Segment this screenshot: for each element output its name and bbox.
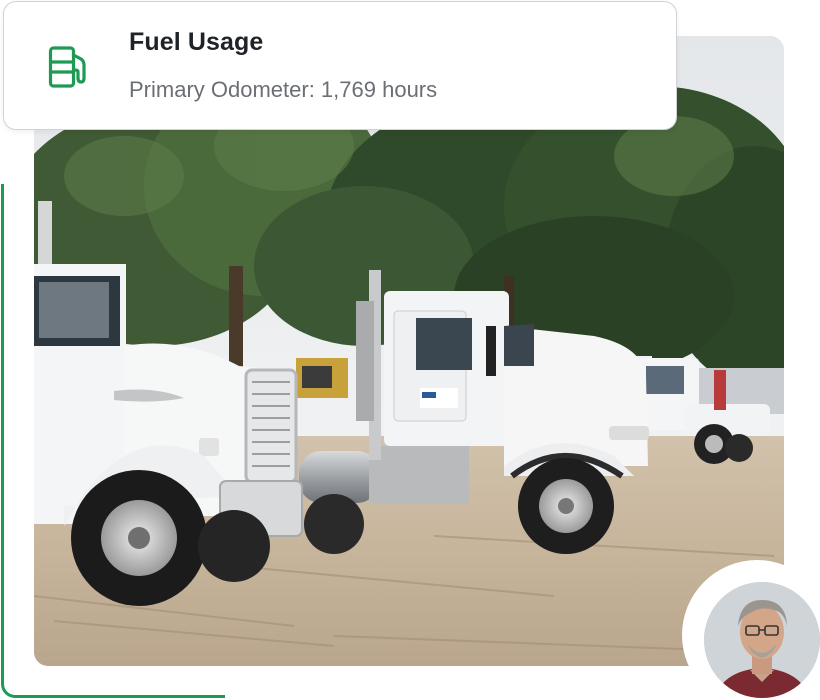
- fuel-pump-icon: [48, 45, 92, 91]
- fuel-usage-card: Fuel Usage Primary Odometer: 1,769 hours: [3, 1, 677, 130]
- user-avatar: [704, 582, 820, 698]
- odometer-reading: Primary Odometer: 1,769 hours: [129, 77, 438, 102]
- fuel-usage-showcase: Fuel Usage Primary Odometer: 1,769 hours: [0, 0, 820, 700]
- fleet-trucks-photo: [34, 36, 784, 666]
- card-title: Fuel Usage: [129, 28, 264, 56]
